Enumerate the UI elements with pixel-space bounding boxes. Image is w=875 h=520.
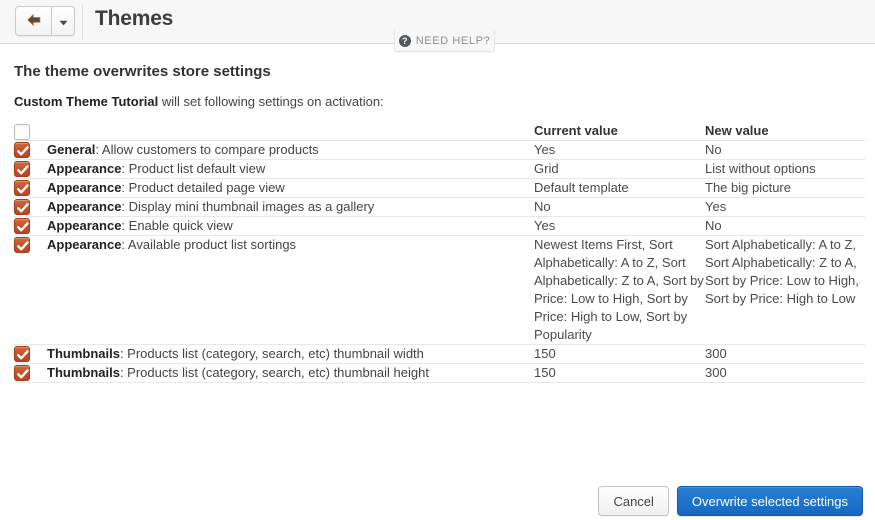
page-title: Themes bbox=[95, 7, 174, 30]
setting-group: Appearance bbox=[47, 218, 122, 233]
setting-group: Thumbnails bbox=[47, 365, 120, 380]
row-checkbox-cell bbox=[14, 159, 47, 179]
table-header-row: Current value New value bbox=[14, 123, 865, 141]
new-value-cell: No bbox=[705, 216, 865, 236]
current-value-cell: Yes bbox=[534, 216, 705, 236]
row-checkbox-cell bbox=[14, 344, 47, 364]
setting-group: General bbox=[47, 142, 96, 157]
settings-table-head: Current value New value bbox=[14, 123, 865, 141]
setting-group: Appearance bbox=[47, 180, 122, 195]
back-button[interactable] bbox=[15, 6, 51, 36]
section-subtitle: Custom Theme Tutorial will set following… bbox=[14, 94, 861, 109]
back-history-dropdown-button[interactable] bbox=[51, 6, 75, 36]
row-checkbox[interactable] bbox=[14, 237, 30, 253]
setting-header-cell bbox=[47, 123, 534, 141]
overwrite-selected-settings-button[interactable]: Overwrite selected settings bbox=[676, 486, 863, 516]
current-value-cell: 150 bbox=[534, 344, 705, 364]
setting-group: Appearance bbox=[47, 199, 122, 214]
new-value-cell: Yes bbox=[705, 197, 865, 217]
setting-name-cell: Appearance: Product detailed page view bbox=[47, 178, 534, 198]
setting-label: : Products list (category, search, etc) … bbox=[119, 365, 429, 380]
row-checkbox[interactable] bbox=[14, 180, 30, 196]
current-value-cell: 150 bbox=[534, 363, 705, 383]
new-value-cell: Sort Alphabetically: A to Z, Sort Alphab… bbox=[705, 235, 865, 345]
row-checkbox-cell bbox=[14, 235, 47, 345]
table-row: Appearance: Available product list sorti… bbox=[14, 235, 865, 345]
content-area: The theme overwrites store settings Cust… bbox=[0, 63, 875, 383]
row-checkbox[interactable] bbox=[14, 218, 30, 234]
new-value-cell: No bbox=[705, 140, 865, 160]
table-row: Appearance: Enable quick view Yes No bbox=[14, 216, 865, 236]
current-value-cell: Grid bbox=[534, 159, 705, 179]
question-mark-circle-icon: ? bbox=[398, 34, 411, 47]
need-help-label: NEED HELP? bbox=[415, 34, 491, 47]
caret-down-icon bbox=[59, 14, 68, 29]
table-row: Appearance: Product list default view Gri… bbox=[14, 159, 865, 179]
setting-group: Thumbnails bbox=[47, 346, 120, 361]
table-row: Appearance: Product detailed page view De… bbox=[14, 178, 865, 198]
row-checkbox-cell bbox=[14, 197, 47, 217]
row-checkbox[interactable] bbox=[14, 199, 30, 215]
setting-name-cell: Appearance: Product list default view bbox=[47, 159, 534, 179]
setting-label: : Enable quick view bbox=[121, 218, 233, 233]
check-icon bbox=[16, 367, 30, 386]
new-value-header: New value bbox=[705, 123, 865, 141]
setting-group: Appearance bbox=[47, 237, 122, 252]
settings-table-body: General: Allow customers to compare prod… bbox=[14, 140, 865, 383]
table-row: General: Allow customers to compare prod… bbox=[14, 140, 865, 160]
arrow-left-icon bbox=[26, 13, 41, 29]
setting-name-cell: Thumbnails: Products list (category, sea… bbox=[47, 344, 534, 364]
setting-name-cell: Appearance: Available product list sorti… bbox=[47, 235, 534, 345]
row-checkbox[interactable] bbox=[14, 142, 30, 158]
setting-name-cell: Thumbnails: Products list (category, sea… bbox=[47, 363, 534, 383]
row-checkbox[interactable] bbox=[14, 365, 30, 381]
theme-name: Custom Theme Tutorial bbox=[14, 94, 159, 109]
row-checkbox[interactable] bbox=[14, 161, 30, 177]
settings-table: Current value New value General: Allow c… bbox=[14, 123, 865, 383]
section-heading: The theme overwrites store settings bbox=[14, 63, 271, 80]
back-button-group bbox=[15, 6, 75, 36]
table-row: Thumbnails: Products list (category, sea… bbox=[14, 363, 865, 383]
current-value-header: Current value bbox=[534, 123, 705, 141]
setting-label: : Product list default view bbox=[121, 161, 266, 176]
current-value-cell: Newest Items First, Sort Alphabetically:… bbox=[534, 235, 705, 345]
current-value-cell: Default template bbox=[534, 178, 705, 198]
current-value-cell: Yes bbox=[534, 140, 705, 160]
table-row: Appearance: Display mini thumbnail image… bbox=[14, 197, 865, 217]
section-subtitle-rest: will set following settings on activatio… bbox=[158, 94, 384, 109]
setting-label: : Products list (category, search, etc) … bbox=[119, 346, 424, 361]
row-checkbox-cell bbox=[14, 216, 47, 236]
setting-name-cell: Appearance: Display mini thumbnail image… bbox=[47, 197, 534, 217]
select-all-header-cell bbox=[14, 123, 47, 141]
table-row: Thumbnails: Products list (category, sea… bbox=[14, 344, 865, 364]
row-checkbox-cell bbox=[14, 140, 47, 160]
new-value-cell: 300 bbox=[705, 344, 865, 364]
setting-label: : Display mini thumbnail images as a gal… bbox=[121, 199, 375, 214]
cancel-button[interactable]: Cancel bbox=[598, 486, 669, 516]
new-value-cell: The big picture bbox=[705, 178, 865, 198]
form-actions: Cancel Overwrite selected settings bbox=[598, 486, 863, 516]
select-all-checkbox[interactable] bbox=[14, 124, 30, 140]
setting-group: Appearance bbox=[47, 161, 122, 176]
need-help-button[interactable]: ? NEED HELP? bbox=[394, 30, 495, 52]
new-value-cell: 300 bbox=[705, 363, 865, 383]
setting-label: : Product detailed page view bbox=[121, 180, 285, 195]
check-icon bbox=[16, 239, 30, 258]
row-checkbox-cell bbox=[14, 178, 47, 198]
current-value-cell: No bbox=[534, 197, 705, 217]
setting-name-cell: General: Allow customers to compare prod… bbox=[47, 140, 534, 160]
row-checkbox[interactable] bbox=[14, 346, 30, 362]
setting-label: : Available product list sortings bbox=[121, 237, 297, 252]
title-divider bbox=[82, 4, 83, 40]
new-value-cell: List without options bbox=[705, 159, 865, 179]
setting-label: : Allow customers to compare products bbox=[95, 142, 319, 157]
row-checkbox-cell bbox=[14, 363, 47, 383]
setting-name-cell: Appearance: Enable quick view bbox=[47, 216, 534, 236]
